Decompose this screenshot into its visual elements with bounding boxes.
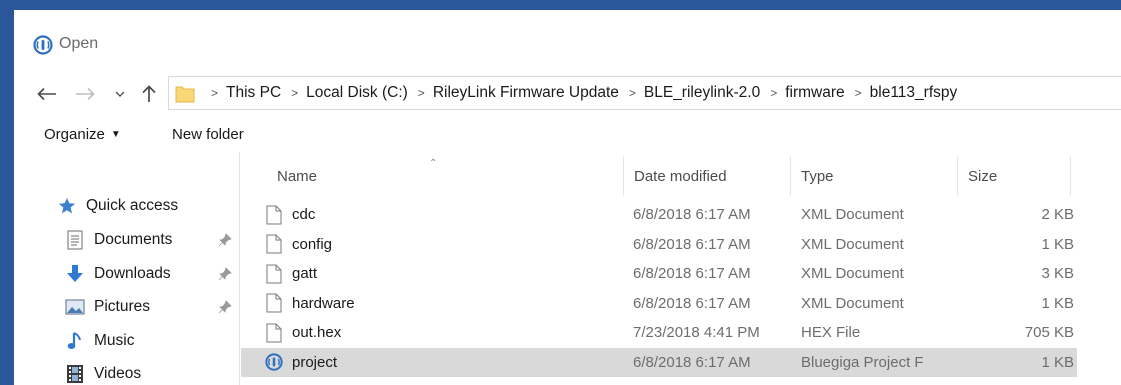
downloads-icon: [64, 264, 86, 284]
table-row-selected[interactable]: project 6/8/2018 6:17 AM Bluegiga Projec…: [241, 347, 1077, 377]
caret-down-icon: ▼: [110, 129, 121, 140]
pin-icon: [218, 233, 232, 247]
pictures-icon: [64, 297, 86, 317]
chevron-down-icon: [115, 91, 125, 97]
recent-locations-button[interactable]: [112, 83, 128, 105]
pane-divider[interactable]: [239, 152, 240, 385]
star-icon: [56, 196, 78, 216]
videos-icon: [64, 364, 86, 384]
nav-item-downloads[interactable]: Downloads: [64, 260, 171, 288]
pin-icon: [218, 300, 232, 314]
arrow-up-icon: [142, 85, 156, 102]
pin-icon: [218, 267, 232, 281]
breadcrumb: > This PC > Local Disk (C:) > RileyLink …: [201, 77, 957, 109]
window-title: Open: [59, 35, 99, 52]
file-icon: [265, 322, 283, 343]
chevron-right-icon[interactable]: >: [855, 86, 862, 100]
open-dialog: Open > This PC > Local Disk (C:) > Riley…: [14, 10, 1121, 385]
breadcrumb-ble-rileylink[interactable]: BLE_rileylink-2.0: [644, 84, 760, 102]
nav-label: Music: [94, 332, 135, 349]
bluegiga-app-icon: [33, 35, 53, 55]
documents-icon: [64, 230, 86, 250]
arrow-left-icon: [37, 87, 56, 101]
table-row[interactable]: config 6/8/2018 6:17 AM XML Document 1 K…: [241, 230, 1077, 260]
file-date: 6/8/2018 6:17 AM: [633, 265, 751, 283]
breadcrumb-ble113-rfspy[interactable]: ble113_rfspy: [870, 84, 958, 102]
file-size: 1 KB: [1041, 294, 1074, 312]
nav-quick-access[interactable]: Quick access: [56, 192, 178, 220]
chevron-right-icon: >: [211, 86, 219, 100]
file-date: 7/23/2018 4:41 PM: [633, 324, 760, 342]
nav-label: Downloads: [94, 265, 171, 282]
file-type: XML Document: [801, 235, 904, 253]
file-name: gatt: [292, 265, 318, 283]
back-button[interactable]: [36, 83, 58, 105]
file-icon: [265, 234, 283, 255]
column-header-type[interactable]: Type: [791, 156, 958, 196]
file-icon: [265, 293, 283, 314]
nav-item-pictures[interactable]: Pictures: [64, 293, 150, 321]
column-header-size[interactable]: Size: [958, 156, 1071, 196]
up-button[interactable]: [138, 83, 160, 105]
file-name: project: [292, 353, 338, 371]
file-size: 2 KB: [1041, 206, 1074, 224]
chevron-right-icon[interactable]: >: [629, 86, 636, 100]
folder-icon: [175, 84, 195, 103]
breadcrumb-firmware[interactable]: firmware: [785, 84, 844, 102]
file-name: out.hex: [292, 324, 342, 342]
table-row[interactable]: gatt 6/8/2018 6:17 AM XML Document 3 KB: [241, 259, 1077, 289]
breadcrumb-this-pc[interactable]: This PC: [226, 84, 281, 102]
file-date: 6/8/2018 6:17 AM: [633, 353, 751, 371]
address-bar[interactable]: > This PC > Local Disk (C:) > RileyLink …: [168, 76, 1121, 110]
table-row[interactable]: hardware 6/8/2018 6:17 AM XML Document 1…: [241, 289, 1077, 319]
file-size: 3 KB: [1041, 265, 1074, 283]
file-type: Bluegiga Project F: [801, 353, 924, 371]
file-date: 6/8/2018 6:17 AM: [633, 235, 751, 253]
new-folder-button[interactable]: New folder: [172, 126, 244, 143]
navigation-pane: Quick access Documents Downloads Picture…: [14, 152, 240, 385]
column-header-name[interactable]: Name: [267, 156, 624, 196]
nav-item-documents[interactable]: Documents: [64, 226, 172, 254]
organize-label: Organize: [44, 126, 105, 143]
bluegiga-icon: [265, 352, 283, 373]
command-bar: Organize ▼ New folder: [14, 116, 1121, 152]
chevron-right-icon[interactable]: >: [291, 86, 298, 100]
nav-label: Quick access: [86, 197, 179, 214]
table-row[interactable]: cdc 6/8/2018 6:17 AM XML Document 2 KB: [241, 200, 1077, 230]
file-type: XML Document: [801, 265, 904, 283]
title-bar: Open: [14, 10, 1121, 74]
breadcrumb-local-disk[interactable]: Local Disk (C:): [306, 84, 408, 102]
file-name: cdc: [292, 206, 316, 224]
file-date: 6/8/2018 6:17 AM: [633, 206, 751, 224]
file-list: ⌃ Name Date modified Type Size cdc 6/8/2…: [241, 152, 1121, 385]
file-name: config: [292, 235, 333, 253]
file-size: 1 KB: [1041, 235, 1074, 253]
column-headers: ⌃ Name Date modified Type Size: [241, 156, 1077, 196]
forward-button[interactable]: [74, 83, 96, 105]
file-date: 6/8/2018 6:17 AM: [633, 294, 751, 312]
file-name: hardware: [292, 294, 355, 312]
file-type: XML Document: [801, 206, 904, 224]
nav-item-music[interactable]: Music: [64, 327, 134, 355]
breadcrumb-rileylink-firmware-update[interactable]: RileyLink Firmware Update: [433, 84, 619, 102]
file-size: 705 KB: [1024, 324, 1074, 342]
organize-button[interactable]: Organize ▼: [44, 126, 121, 143]
chevron-right-icon[interactable]: >: [418, 86, 425, 100]
nav-item-videos[interactable]: Videos: [64, 360, 141, 385]
file-icon: [265, 263, 283, 284]
file-icon: [265, 204, 283, 225]
nav-label: Videos: [94, 365, 142, 382]
arrow-right-icon: [76, 87, 95, 101]
file-rows: cdc 6/8/2018 6:17 AM XML Document 2 KB c…: [241, 200, 1077, 377]
file-type: XML Document: [801, 294, 904, 312]
nav-label: Documents: [94, 231, 173, 248]
file-type: HEX File: [801, 324, 861, 342]
table-row[interactable]: out.hex 7/23/2018 4:41 PM HEX File 705 K…: [241, 318, 1077, 348]
nav-label: Pictures: [94, 298, 150, 315]
music-icon: [64, 331, 86, 351]
file-size: 1 KB: [1041, 353, 1074, 371]
column-header-date-modified[interactable]: Date modified: [624, 156, 791, 196]
navigation-bar: > This PC > Local Disk (C:) > RileyLink …: [14, 74, 1121, 114]
chevron-right-icon[interactable]: >: [770, 86, 777, 100]
